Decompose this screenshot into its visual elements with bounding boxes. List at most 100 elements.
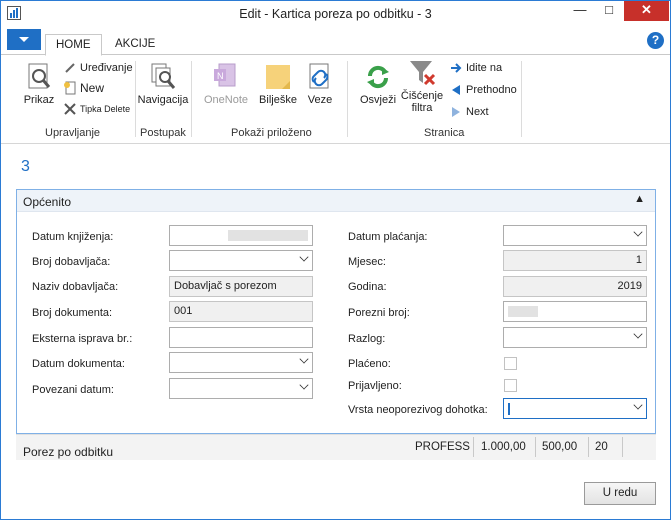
group-label-pokazi-prilozeno: Pokaži priloženo	[231, 127, 312, 139]
section-title: Općenito	[23, 195, 72, 209]
redacted-value	[508, 306, 538, 317]
minimize-button[interactable]: —	[566, 1, 594, 21]
tab-home[interactable]: HOME	[45, 34, 102, 56]
datum-dokumenta-label: Datum dokumenta:	[32, 358, 125, 370]
eksterna-isprava-input[interactable]	[169, 327, 313, 348]
links-icon	[309, 63, 329, 89]
datum-placanja-label: Datum plaćanja:	[348, 231, 428, 243]
uredivanje-button[interactable]: Uređivanje	[63, 61, 133, 75]
group-label-postupak: Postupak	[140, 127, 186, 139]
next-label: Next	[466, 106, 489, 118]
naziv-dobavljaca-label: Naziv dobavljača:	[32, 281, 119, 293]
group-label-upravljanje: Upravljanje	[45, 127, 101, 139]
chevron-down-icon	[633, 329, 643, 339]
prethodno-button[interactable]: Prethodno	[449, 83, 517, 97]
ciscenje-filtra-button[interactable]: Čišćenje filtra	[399, 58, 445, 114]
datum-knjizenja-input[interactable]	[169, 225, 313, 246]
broj-dobavljaca-select[interactable]	[169, 250, 313, 271]
broj-dokumenta-value: 001	[174, 305, 193, 317]
broj-dokumenta-field: 001	[169, 301, 313, 322]
pencil-icon	[65, 63, 75, 73]
delete-icon	[64, 103, 76, 115]
povezani-datum-label: Povezani datum:	[32, 384, 114, 396]
prikaz-label: Prikaz	[23, 94, 55, 106]
group-separator	[135, 61, 136, 137]
redacted-value	[228, 230, 308, 241]
chevron-down-icon	[633, 400, 643, 410]
chevron-down-icon	[299, 252, 309, 262]
next-button[interactable]: Next	[449, 105, 489, 119]
fact-amount-2: 500,00	[542, 441, 578, 453]
fact-code: PROFESS	[415, 441, 470, 453]
maximize-button[interactable]: □	[595, 1, 623, 21]
new-button[interactable]: New	[63, 81, 104, 95]
fact-separator	[588, 437, 589, 457]
ciscenje-filtra-label-2: filtra	[411, 102, 433, 114]
application-menu-button[interactable]	[7, 29, 41, 50]
razlog-select[interactable]	[503, 327, 647, 348]
tab-akcije[interactable]: AKCIJE	[105, 34, 165, 56]
window: Edit - Kartica poreza po odbitku - 3 — □…	[0, 0, 671, 520]
naziv-dobavljaca-value: Dobavljač s porezom	[174, 280, 277, 292]
prikaz-button[interactable]: Prikaz	[19, 62, 59, 106]
navigate-icon	[151, 63, 176, 89]
osvjezi-button[interactable]: Osvježi	[358, 62, 398, 106]
datum-placanja-select[interactable]	[503, 225, 647, 246]
mjesec-label: Mjesec:	[348, 256, 386, 268]
tipka-delete-label: Tipka Delete	[80, 104, 131, 114]
notes-icon	[266, 65, 290, 89]
onenote-label: OneNote	[203, 94, 249, 106]
veze-button[interactable]: Veze	[304, 62, 336, 106]
general-section-header[interactable]: Općenito ▲	[17, 190, 655, 212]
porez-po-odbitku-subpage[interactable]: Porez po odbitku PROFESS 1.000,00 500,00…	[16, 434, 656, 460]
new-label: New	[80, 81, 105, 95]
biljeske-label: Bilješke	[259, 94, 297, 106]
new-document-icon	[64, 81, 76, 95]
refresh-icon	[367, 65, 389, 89]
text-cursor	[508, 403, 510, 415]
eksterna-isprava-label: Eksterna isprava br.:	[32, 333, 133, 345]
close-button[interactable]: ✕	[624, 1, 669, 21]
godina-label: Godina:	[348, 281, 387, 293]
porezni-broj-input[interactable]	[503, 301, 647, 322]
previous-icon	[452, 85, 460, 95]
group-separator	[191, 61, 192, 137]
collapse-chevron-icon[interactable]: ▲	[634, 193, 645, 205]
subpage-title: Porez po odbitku	[23, 445, 114, 459]
placeno-checkbox[interactable]	[504, 357, 517, 370]
datum-dokumenta-select[interactable]	[169, 352, 313, 373]
godina-field: 2019	[503, 276, 647, 297]
fact-amount-1: 1.000,00	[481, 441, 526, 453]
chevron-down-icon	[299, 354, 309, 364]
prethodno-label: Prethodno	[466, 84, 517, 96]
navigacija-button[interactable]: Navigacija	[137, 62, 189, 106]
general-section: Općenito ▲ Datum knjiženja: Broj dobavlj…	[16, 189, 656, 434]
navigacija-label: Navigacija	[137, 94, 189, 106]
onenote-button[interactable]: N OneNote	[199, 62, 253, 106]
fact-percent: 20	[595, 441, 608, 453]
broj-dobavljaca-label: Broj dobavljača:	[32, 256, 111, 268]
prijavljeno-label: Prijavljeno:	[348, 380, 402, 392]
ciscenje-filtra-label-1: Čišćenje	[400, 90, 444, 102]
help-icon[interactable]: ?	[647, 32, 664, 49]
idite-na-button[interactable]: Idite na	[449, 61, 502, 75]
idite-na-label: Idite na	[466, 62, 503, 74]
mjesec-value: 1	[635, 254, 642, 266]
osvjezi-label: Osvježi	[359, 94, 397, 106]
mjesec-field: 1	[503, 250, 647, 271]
next-icon	[452, 107, 460, 117]
tipka-delete-button[interactable]: Tipka Delete	[63, 102, 130, 116]
go-to-arrow-icon	[451, 63, 462, 73]
biljeske-button[interactable]: Bilješke	[257, 62, 299, 106]
group-label-stranica: Stranica	[424, 127, 465, 139]
vrsta-neoporezivog-select[interactable]	[503, 398, 647, 419]
veze-label: Veze	[307, 94, 333, 106]
ok-button[interactable]: U redu	[584, 482, 656, 505]
record-number: 3	[21, 158, 30, 175]
fact-separator	[622, 437, 623, 457]
povezani-datum-select[interactable]	[169, 378, 313, 399]
vrsta-neoporezivog-label: Vrsta neoporezivog dohotka:	[348, 404, 488, 416]
prijavljeno-checkbox[interactable]	[504, 379, 517, 392]
razlog-label: Razlog:	[348, 333, 386, 345]
fact-separator	[473, 437, 474, 457]
